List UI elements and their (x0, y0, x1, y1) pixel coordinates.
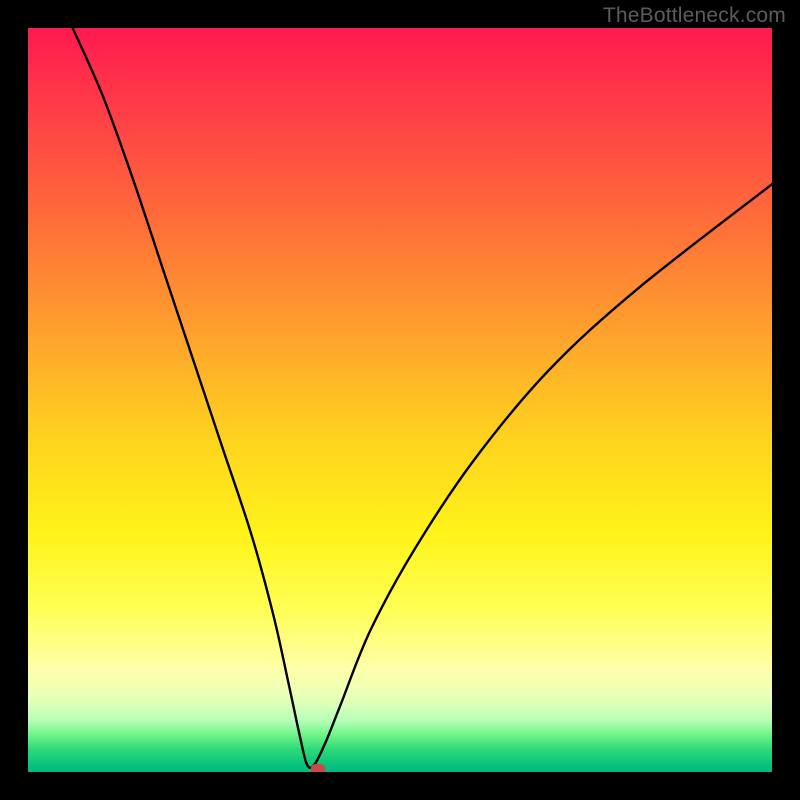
chart-frame: TheBottleneck.com (0, 0, 800, 800)
optimum-marker (311, 764, 326, 772)
bottleneck-curve (28, 28, 772, 772)
watermark-text: TheBottleneck.com (603, 4, 786, 28)
plot-area (28, 28, 772, 772)
